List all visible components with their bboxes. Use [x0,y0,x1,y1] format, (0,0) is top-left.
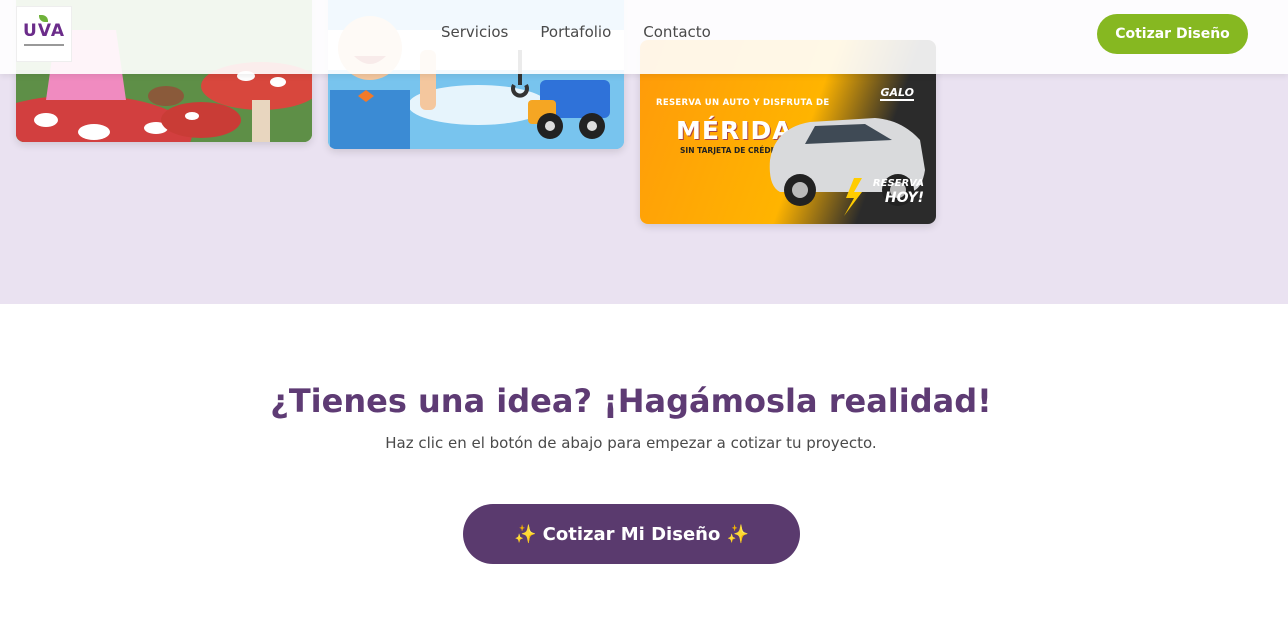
nav-link-contacto[interactable]: Contacto [643,23,711,41]
ad-hoy-label: HOY! [884,190,924,206]
logo-tagline-line [24,43,64,46]
cta-subtitle: Haz clic en el botón de abajo para empez… [385,434,877,452]
nav-link-servicios[interactable]: Servicios [441,23,508,41]
cta-title: ¿Tienes una idea? ¡Hagámosla realidad! [270,382,992,420]
quote-design-button[interactable]: Cotizar Diseño [1097,14,1248,54]
logo-text: UVA [23,20,65,41]
ad-reserve-label: RESERVA [872,178,924,189]
nav-link-portafolio[interactable]: Portafolio [540,23,611,41]
main-nav: Servicios Portafolio Contacto [441,23,711,41]
quote-my-design-button[interactable]: ✨ Cotizar Mi Diseño ✨ [463,504,800,564]
site-header: UVA Servicios Portafolio Contacto Cotiza… [0,0,1288,74]
ad-reserve-badge: RESERVA HOY! [873,178,924,207]
uva-logo[interactable]: UVA [16,6,72,62]
